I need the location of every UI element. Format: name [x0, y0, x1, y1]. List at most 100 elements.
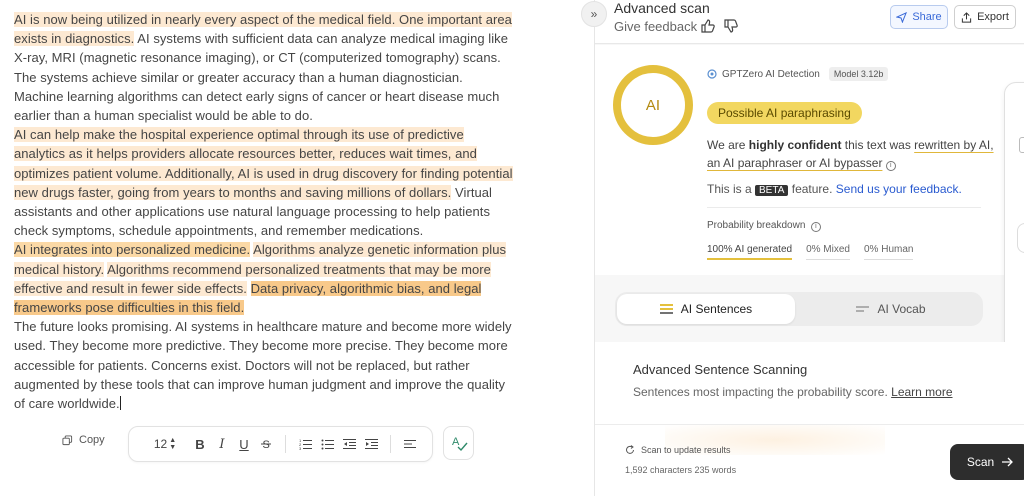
- strikethrough-button[interactable]: S: [255, 434, 277, 454]
- character-word-count: 1,592 characters 235 words: [625, 465, 737, 475]
- copy-icon: [62, 434, 73, 445]
- svg-text:A: A: [452, 436, 460, 448]
- beta-tag: BETA: [755, 185, 789, 196]
- underline-button[interactable]: U: [233, 434, 255, 454]
- analysis-tabs: AI Sentences AI Vocab: [615, 292, 983, 326]
- beta-notice: This is a BETA feature. Send us your fee…: [707, 182, 962, 196]
- collapse-panel-button[interactable]: »: [581, 1, 607, 27]
- side-tool-toggle[interactable]: [1017, 223, 1024, 253]
- confidence-statement: We are highly confident this text was re…: [707, 136, 997, 172]
- thumbs-up-icon[interactable]: [700, 18, 716, 34]
- panel-header: » Advanced scan Give feedback Share Expo…: [581, 0, 1024, 44]
- send-icon: [896, 11, 908, 23]
- model-badge: Model 3.12b: [828, 67, 889, 81]
- indent-button[interactable]: [360, 434, 382, 454]
- ai-score-label: AI: [645, 96, 661, 114]
- editor-bottom-bar: Copy 12▲▼ B I U S 123: [0, 424, 594, 468]
- arrow-right-icon: [1002, 457, 1014, 467]
- tab-ai-vocab-label: AI Vocab: [877, 302, 926, 316]
- align-left-icon: [404, 440, 416, 448]
- export-label: Export: [977, 11, 1009, 23]
- info-icon[interactable]: i: [885, 161, 896, 171]
- grammar-check-button[interactable]: A: [443, 426, 474, 460]
- share-button[interactable]: Share: [890, 5, 948, 29]
- spellcheck-icon: A: [452, 436, 468, 452]
- panel-title: Advanced scan: [614, 0, 710, 16]
- probability-breakdown: 100% AI generated 0% Mixed 0% Human: [707, 244, 914, 260]
- align-left-button[interactable]: [399, 434, 421, 454]
- tab-ai-vocab[interactable]: AI Vocab: [801, 294, 981, 324]
- scanning-subtitle-text: Sentences most impacting the probability…: [633, 385, 888, 399]
- tab-ai-sentences[interactable]: AI Sentences: [617, 294, 795, 324]
- export-icon: [961, 11, 972, 23]
- text-editor[interactable]: AI is now being utilized in nearly every…: [0, 0, 594, 496]
- send-feedback-link[interactable]: Send us your feedback.: [836, 182, 962, 196]
- scan-label: Scan: [966, 455, 995, 469]
- tab-ai-sentences-label: AI Sentences: [680, 302, 753, 316]
- confidence-prefix: We are: [707, 138, 749, 152]
- ai-score-ring: AI: [613, 65, 693, 145]
- confidence-middle: this text was: [841, 138, 915, 152]
- bold-button[interactable]: B: [189, 434, 211, 454]
- gptzero-logo-icon: [707, 69, 717, 79]
- confidence-level: highly confident: [748, 138, 842, 152]
- format-toolbar: 12▲▼ B I U S 123: [128, 426, 433, 462]
- italic-button[interactable]: I: [211, 434, 233, 454]
- scan-update-hint: Scan to update results: [625, 445, 731, 455]
- highlighted-sentence: AI can help make the hospital experience…: [14, 127, 513, 200]
- bullet-list-button[interactable]: [316, 434, 338, 454]
- scan-update-label: Scan to update results: [641, 445, 731, 455]
- paragraph-3: AI integrates into personalized medicine…: [14, 240, 514, 317]
- thumbs-down-icon[interactable]: [723, 18, 739, 34]
- refresh-icon: [626, 445, 634, 454]
- vocab-icon: [856, 306, 870, 312]
- highlighted-sentence: AI integrates into personalized medicine…: [14, 242, 251, 258]
- strikethrough-icon: S: [261, 439, 271, 450]
- prob-ai-generated[interactable]: 100% AI generated: [707, 244, 793, 260]
- copy-button[interactable]: Copy: [62, 434, 105, 446]
- prob-human[interactable]: 0% Human: [863, 244, 914, 260]
- copy-label: Copy: [79, 434, 105, 446]
- detection-panel: » Advanced scan Give feedback Share Expo…: [581, 0, 1024, 496]
- paragraph-2: AI can help make the hospital experience…: [14, 125, 514, 240]
- section-divider: [707, 207, 981, 208]
- learn-more-link[interactable]: Learn more: [891, 385, 952, 399]
- beta-prefix: This is a: [707, 182, 756, 196]
- probability-title-text: Probability breakdown: [707, 220, 806, 231]
- detector-name: GPTZero AI Detection: [722, 68, 820, 80]
- result-card: AI GPTZero AI Detection Model 3.12b Poss…: [595, 45, 1024, 275]
- paragraph-4-text: The future looks promising. AI systems i…: [14, 319, 512, 412]
- give-feedback-label: Give feedback: [614, 19, 698, 34]
- info-icon[interactable]: i: [810, 222, 821, 232]
- share-label: Share: [912, 11, 942, 23]
- verdict-badge: Possible AI paraphrasing: [707, 102, 862, 124]
- prob-mixed[interactable]: 0% Mixed: [806, 244, 850, 260]
- side-tool-icon[interactable]: [1019, 137, 1024, 153]
- indent-icon: [364, 439, 378, 449]
- panel-footer: Scan to update results 1,592 characters …: [595, 424, 1024, 496]
- scanning-title: Advanced Sentence Scanning: [633, 362, 808, 377]
- document-body[interactable]: AI is now being utilized in nearly every…: [14, 10, 514, 413]
- text-caret: [119, 396, 121, 411]
- export-button[interactable]: Export: [954, 5, 1016, 29]
- toolbar-divider: [390, 435, 391, 453]
- beta-suffix: feature.: [788, 182, 836, 196]
- outdent-button[interactable]: [338, 434, 360, 454]
- sentence-scanning-section: Advanced Sentence Scanning Sentences mos…: [595, 342, 1024, 424]
- scan-button[interactable]: Scan: [950, 444, 1024, 480]
- toolbar-divider: [285, 435, 286, 453]
- numbered-list-icon: 123: [299, 438, 312, 450]
- numbered-list-button[interactable]: 123: [294, 434, 316, 454]
- bullet-list-icon: [321, 439, 334, 450]
- svg-text:3: 3: [299, 446, 302, 450]
- detector-brand: GPTZero AI Detection Model 3.12b: [707, 67, 889, 81]
- paragraph-1: AI is now being utilized in nearly every…: [14, 10, 514, 125]
- outdent-icon: [342, 439, 356, 449]
- scanning-subtitle: Sentences most impacting the probability…: [633, 385, 953, 399]
- probability-breakdown-title: Probability breakdown i: [707, 220, 821, 232]
- side-tools-card[interactable]: [1004, 82, 1024, 354]
- font-size-select[interactable]: 12 ▲ ▼: [151, 434, 179, 454]
- paragraph-4: The future looks promising. AI systems i…: [14, 317, 514, 413]
- font-size-stepper-icon: ▲ ▼: [169, 437, 177, 451]
- font-size-value: 12: [153, 437, 168, 451]
